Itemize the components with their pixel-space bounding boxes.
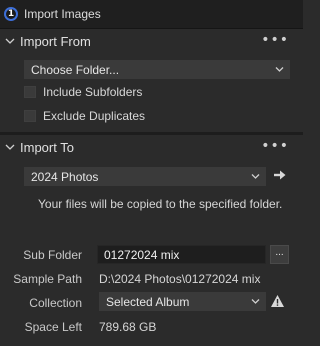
include-subfolders-checkbox[interactable] xyxy=(24,86,36,98)
app-logo-glyph: 1 xyxy=(7,9,15,19)
destination-dropdown[interactable]: 2024 Photos xyxy=(24,167,266,186)
include-subfolders-label: Include Subfolders xyxy=(43,85,143,99)
sub-folder-value: 01272024 mix xyxy=(104,247,180,262)
chevron-down-icon xyxy=(251,299,260,304)
sample-path-label: Sample Path xyxy=(13,272,82,286)
include-subfolders-option[interactable]: Include Subfolders xyxy=(24,84,142,100)
destination-dropdown-value: 2024 Photos xyxy=(31,169,99,184)
space-left-value: 789.68 GB xyxy=(99,320,157,334)
collection-dropdown-value: Selected Album xyxy=(106,294,190,309)
window-titlebar: 1 Import Images xyxy=(0,0,303,29)
app-logo-icon: 1 xyxy=(4,7,18,21)
chevron-down-icon xyxy=(275,67,284,72)
exclude-duplicates-option[interactable]: Exclude Duplicates xyxy=(24,108,145,124)
warning-icon[interactable] xyxy=(270,294,285,308)
more-options-icon[interactable]: ••• xyxy=(261,33,289,47)
source-dropdown-value: Choose Folder... xyxy=(31,62,120,77)
import-from-header[interactable]: Import From ••• xyxy=(0,29,303,53)
chevron-down-icon xyxy=(251,174,260,179)
arrow-right-icon[interactable] xyxy=(273,169,287,181)
import-to-title: Import To xyxy=(20,139,74,155)
window-title: Import Images xyxy=(24,7,101,21)
exclude-duplicates-label: Exclude Duplicates xyxy=(43,109,146,123)
collection-label: Collection xyxy=(29,296,82,310)
browse-button[interactable]: ... xyxy=(270,245,289,264)
import-to-header[interactable]: Import To ••• xyxy=(0,135,303,159)
space-left-label: Space Left xyxy=(24,320,82,334)
more-options-icon[interactable]: ••• xyxy=(261,139,289,153)
sub-folder-label: Sub Folder xyxy=(23,248,82,262)
sample-path-value: D:\2024 Photos\01272024 mix xyxy=(99,272,261,286)
import-from-title: Import From xyxy=(20,33,91,49)
source-dropdown[interactable]: Choose Folder... xyxy=(24,60,290,79)
chevron-down-icon[interactable] xyxy=(4,141,16,153)
chevron-down-icon[interactable] xyxy=(4,35,16,47)
collection-dropdown[interactable]: Selected Album xyxy=(99,292,266,311)
copy-info-text: Your files will be copied to the specifi… xyxy=(38,197,283,211)
exclude-duplicates-checkbox[interactable] xyxy=(24,110,36,122)
sub-folder-input[interactable]: 01272024 mix xyxy=(97,245,266,264)
